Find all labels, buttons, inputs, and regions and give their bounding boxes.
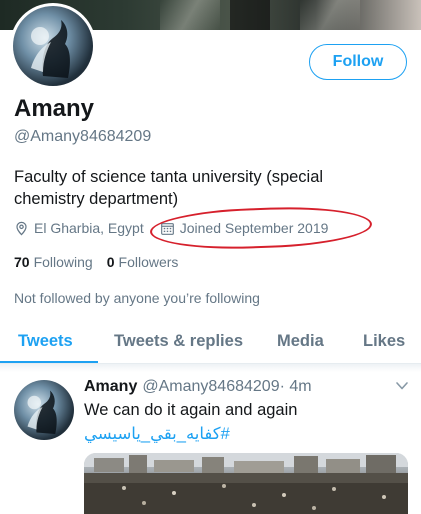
followers-count: 0	[106, 254, 115, 270]
follow-stats: 70 Following 0 Followers	[14, 254, 192, 270]
tweet-timestamp[interactable]: · 4m	[280, 378, 312, 396]
following-count: 70	[14, 254, 30, 270]
banner-detail	[230, 0, 270, 30]
profile-bio: Faculty of science tanta university (spe…	[14, 168, 324, 208]
location-text: El Gharbia, Egypt	[34, 220, 144, 236]
display-name: Amany	[14, 95, 95, 122]
followers-label: Followers	[118, 254, 179, 270]
not-followed-notice: Not followed by anyone you’re following	[14, 290, 260, 306]
follow-button[interactable]: Follow	[309, 44, 407, 80]
tweet-media-image[interactable]	[84, 453, 408, 514]
red-highlight-circle	[149, 204, 373, 252]
banner-detail	[300, 0, 360, 30]
profile-tabs: Tweets Tweets & replies Media Likes	[0, 326, 421, 364]
tab-tweets-and-replies[interactable]: Tweets & replies	[114, 332, 243, 351]
tweet-header: Amany @Amany84684209 · 4m	[84, 378, 312, 396]
tab-likes[interactable]: Likes	[363, 332, 405, 351]
tweet-hashtag[interactable]: #كفايه_بقي_ياسيسي	[84, 424, 230, 444]
location: El Gharbia, Egypt	[14, 220, 144, 236]
tweet-author-handle: @Amany84684209	[142, 378, 280, 395]
tweet-text: We can do it again and again	[84, 401, 298, 419]
tab-media[interactable]: Media	[277, 332, 324, 351]
active-tab-indicator	[0, 361, 98, 363]
profile-handle: @Amany84684209	[14, 128, 152, 145]
banner-detail	[160, 0, 220, 30]
following-link[interactable]: 70 Following	[14, 254, 93, 270]
following-label: Following	[33, 254, 93, 270]
tweet-avatar[interactable]	[14, 380, 74, 440]
tweet-author-name[interactable]: Amany	[84, 378, 137, 396]
followers-link[interactable]: 0 Followers	[107, 254, 179, 270]
chevron-down-icon[interactable]	[395, 380, 409, 392]
profile-avatar[interactable]	[10, 3, 96, 89]
location-pin-icon	[16, 221, 27, 235]
avatar-image	[13, 6, 93, 86]
tab-tweets[interactable]: Tweets	[18, 332, 73, 351]
tabs-divider	[0, 364, 421, 372]
